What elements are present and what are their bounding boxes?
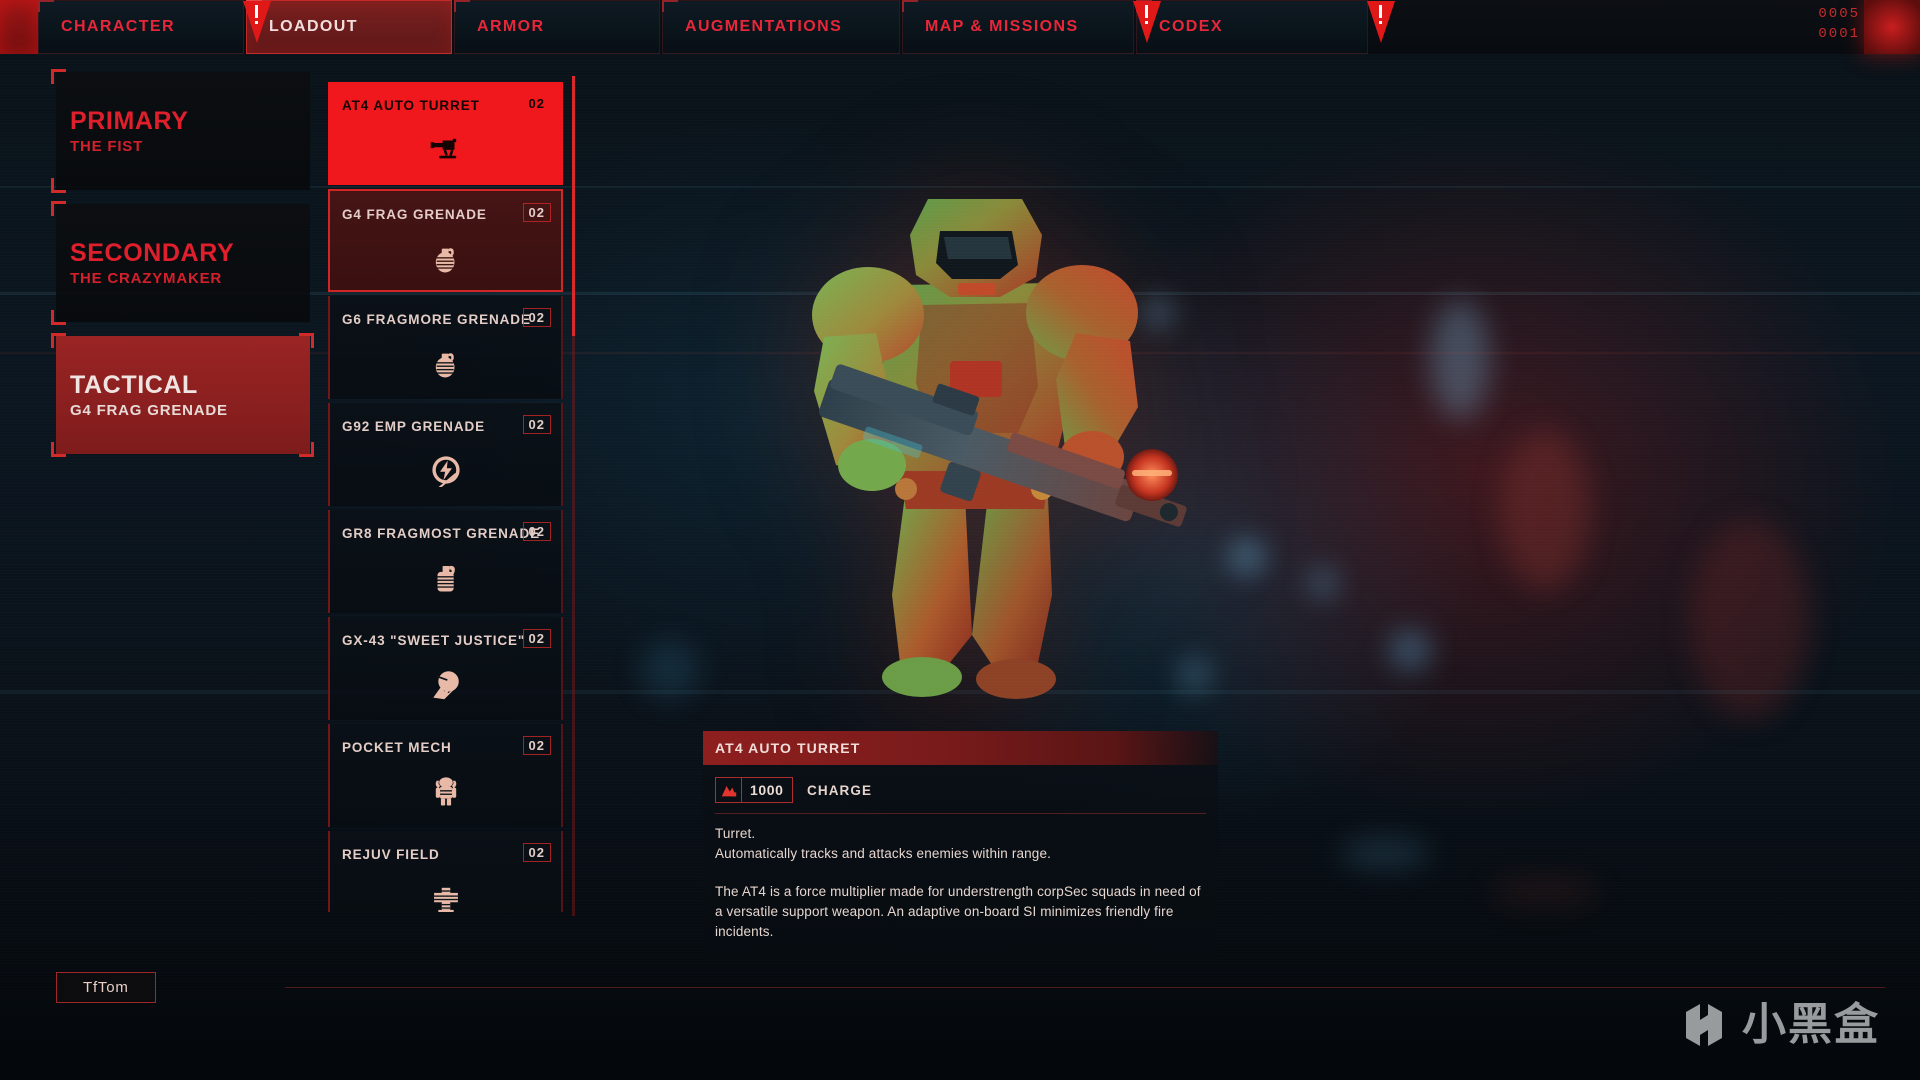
turret-icon <box>330 126 561 172</box>
tab-augmentations[interactable]: AUGMENTATIONS <box>662 0 900 54</box>
item-count: 02 <box>528 96 545 111</box>
grenade-icon <box>330 340 561 386</box>
stat-value: 1000 <box>750 782 784 798</box>
item-detail-panel: AT4 AUTO TURRET 1000 CHARGE Turret. Auto… <box>703 731 1218 960</box>
nav-button[interactable]: TfTom <box>56 972 156 1003</box>
item-list[interactable]: AT4 AUTO TURRET 02 G4 FRAG GRENADE 02 G6… <box>328 82 563 912</box>
tab-codex[interactable]: CODEX <box>1136 0 1395 54</box>
medcross-icon <box>330 875 561 912</box>
equipment-slot-list: PRIMARY THE FIST SECONDARY THE CRAZYMAKE… <box>51 69 314 468</box>
corner-bracket <box>51 201 66 216</box>
slot-secondary[interactable]: SECONDARY THE CRAZYMAKER <box>51 201 310 325</box>
shockwave-icon <box>330 661 561 707</box>
item-count: 02 <box>522 522 551 541</box>
slot-subtitle: THE FIST <box>70 138 144 155</box>
list-item[interactable]: G4 FRAG GRENADE 02 <box>328 189 563 292</box>
list-item[interactable]: REJUV FIELD 02 <box>328 831 563 912</box>
tab-label: CODEX <box>1159 18 1223 35</box>
detail-title: AT4 AUTO TURRET <box>703 731 1218 765</box>
list-item[interactable]: POCKET MECH 02 <box>328 724 563 827</box>
corner-bracket <box>51 310 66 325</box>
emp-icon <box>330 447 561 493</box>
detail-body: Turret. Automatically tracks and attacks… <box>703 814 1218 960</box>
detail-paragraph-flavor: The AT4 is a force multiplier made for u… <box>715 884 1201 939</box>
bottom-divider <box>285 987 1885 988</box>
charge-icon <box>716 778 742 802</box>
notification-flag-icon <box>1133 1 1161 43</box>
xiaoheihe-logo-icon <box>1678 1000 1728 1050</box>
corner-accent-block <box>1864 0 1920 54</box>
item-count: 02 <box>522 736 551 755</box>
grenade-icon <box>330 235 561 281</box>
item-name: REJUV FIELD <box>342 847 440 862</box>
counter-readout: 0005 0001 <box>1818 4 1860 44</box>
tab-loadout[interactable]: LOADOUT <box>246 0 452 54</box>
item-count: 02 <box>522 203 551 222</box>
tab-label: AUGMENTATIONS <box>685 18 843 35</box>
item-name: G6 FRAGMORE GRENADE <box>342 312 531 327</box>
item-name: G4 FRAG GRENADE <box>342 207 487 222</box>
item-name: GX-43 "SWEET JUSTICE" <box>342 633 526 648</box>
slot-primary[interactable]: PRIMARY THE FIST <box>51 69 310 193</box>
slot-tactical[interactable]: TACTICAL G4 FRAG GRENADE <box>51 333 314 457</box>
corner-bracket <box>51 333 66 348</box>
item-count: 02 <box>522 843 551 862</box>
list-item[interactable]: AT4 AUTO TURRET 02 <box>328 82 563 185</box>
notification-flag-icon <box>1367 1 1395 43</box>
stat-label: CHARGE <box>807 782 873 798</box>
tab-label: MAP & MISSIONS <box>925 18 1079 35</box>
top-tab-bar: CHARACTER LOADOUT ARMOR AUGMENTATIONS MA… <box>0 0 1920 54</box>
counter-secondary: 0001 <box>1818 26 1860 42</box>
list-item[interactable]: GX-43 "SWEET JUSTICE" 02 <box>328 617 563 720</box>
slot-title: TACTICAL <box>70 371 198 399</box>
slot-title: PRIMARY <box>70 107 189 135</box>
item-name: G92 EMP GRENADE <box>342 419 486 434</box>
tab-map-and-missions[interactable]: MAP & MISSIONS <box>902 0 1161 54</box>
detail-stats-row: 1000 CHARGE <box>703 765 1218 813</box>
corner-bracket <box>51 442 66 457</box>
slot-subtitle: THE CRAZYMAKER <box>70 270 223 287</box>
watermark: 小黑盒 <box>1678 1000 1880 1050</box>
list-item[interactable]: GR8 FRAGMOST GRENADE 02 <box>328 510 563 613</box>
tab-character[interactable]: CHARACTER <box>38 0 271 54</box>
list-item[interactable]: G6 FRAGMORE GRENADE 02 <box>328 296 563 399</box>
stat-chip: 1000 <box>715 777 793 803</box>
grenade-icon <box>330 554 561 600</box>
list-item[interactable]: G92 EMP GRENADE 02 <box>328 403 563 506</box>
tab-label: LOADOUT <box>269 18 358 35</box>
tab-left-marker <box>0 0 38 54</box>
item-name: GR8 FRAGMOST GRENADE <box>342 526 541 541</box>
tab-armor[interactable]: ARMOR <box>454 0 660 54</box>
item-name: AT4 AUTO TURRET <box>342 98 480 113</box>
corner-bracket <box>299 442 314 457</box>
slot-title: SECONDARY <box>70 239 235 267</box>
item-count: 02 <box>522 308 551 327</box>
item-count: 02 <box>522 629 551 648</box>
tab-label: ARMOR <box>477 18 545 35</box>
notification-flag-icon <box>243 1 271 43</box>
watermark-text: 小黑盒 <box>1742 999 1880 1050</box>
detail-paragraph-primary: Turret. Automatically tracks and attacks… <box>715 826 1052 861</box>
item-count: 02 <box>522 415 551 434</box>
mech-icon <box>330 768 561 814</box>
counter-primary: 0005 <box>1818 6 1860 22</box>
item-name: POCKET MECH <box>342 740 452 755</box>
corner-bracket <box>51 69 66 84</box>
slot-subtitle: G4 FRAG GRENADE <box>70 402 228 419</box>
tab-label: CHARACTER <box>61 18 175 35</box>
corner-bracket <box>299 333 314 348</box>
item-list-scrollbar-thumb[interactable] <box>572 76 575 336</box>
character-model <box>700 165 1260 725</box>
corner-bracket <box>51 178 66 193</box>
